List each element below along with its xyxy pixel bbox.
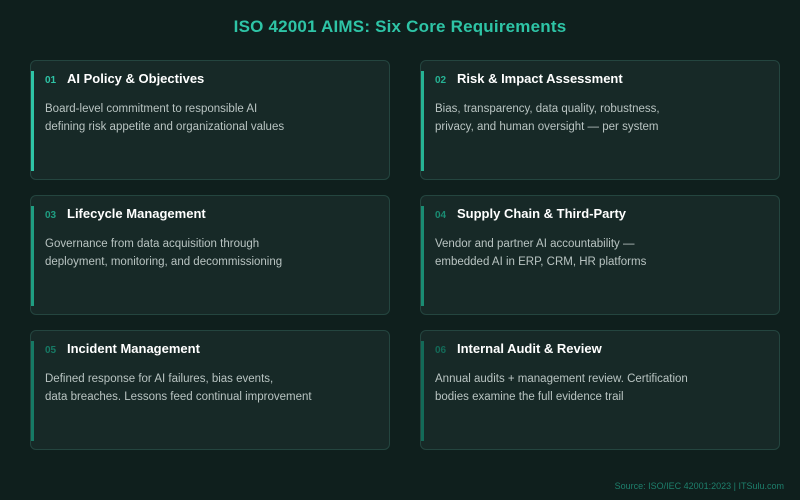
- card-description: Defined response for AI failures, bias e…: [45, 370, 345, 406]
- card-accent-bar: [31, 341, 34, 441]
- card-description: Annual audits + management review. Certi…: [435, 370, 735, 406]
- requirement-card-4: 04 Supply Chain & Third-Party Vendor and…: [420, 195, 780, 315]
- card-description-line: embedded AI in ERP, CRM, HR platforms: [435, 256, 647, 268]
- page-title: ISO 42001 AIMS: Six Core Requirements: [233, 17, 567, 36]
- card-description: Governance from data acquisition through…: [45, 235, 345, 271]
- requirement-card-2: 02 Risk & Impact Assessment Bias, transp…: [420, 60, 780, 180]
- card-title: Supply Chain & Third-Party: [457, 206, 627, 221]
- card-number: 01: [45, 75, 57, 86]
- card-description-line: Governance from data acquisition through: [45, 238, 260, 250]
- card-description-line: data breaches. Lessons feed continual im…: [45, 391, 312, 403]
- card-number: 04: [435, 210, 447, 221]
- card-title: Lifecycle Management: [67, 206, 206, 221]
- card-description: Bias, transparency, data quality, robust…: [435, 100, 735, 136]
- card-number: 02: [435, 75, 447, 86]
- card-description: Board-level commitment to responsible AI…: [45, 100, 345, 136]
- requirement-card-3: 03 Lifecycle Management Governance from …: [30, 195, 390, 315]
- card-title: AI Policy & Objectives: [67, 71, 205, 86]
- card-description-line: privacy, and human oversight — per syste…: [435, 121, 659, 133]
- card-number: 03: [45, 210, 57, 221]
- card-number: 06: [435, 345, 447, 356]
- card-accent-bar: [31, 71, 34, 171]
- card-title: Internal Audit & Review: [457, 341, 602, 356]
- requirement-card-6: 06 Internal Audit & Review Annual audits…: [420, 330, 780, 450]
- card-description-line: Annual audits + management review. Certi…: [435, 373, 688, 385]
- card-description-line: bodies examine the full evidence trail: [435, 391, 624, 403]
- card-description-line: Board-level commitment to responsible AI: [45, 103, 258, 115]
- requirement-card-5: 05 Incident Management Defined response …: [30, 330, 390, 450]
- card-accent-bar: [421, 341, 424, 441]
- card-title: Incident Management: [67, 341, 200, 356]
- card-description-line: Bias, transparency, data quality, robust…: [435, 103, 660, 115]
- source-credit: Source: ISO/IEC 42001:2023 | ITSulu.com: [614, 481, 784, 491]
- card-accent-bar: [421, 71, 424, 171]
- card-description-line: deployment, monitoring, and decommission…: [45, 256, 283, 268]
- card-title: Risk & Impact Assessment: [457, 71, 623, 86]
- card-description-line: Vendor and partner AI accountability —: [435, 238, 635, 250]
- card-description-line: Defined response for AI failures, bias e…: [45, 373, 274, 385]
- card-accent-bar: [421, 206, 424, 306]
- card-description: Vendor and partner AI accountability — e…: [435, 235, 735, 271]
- requirement-card-1: 01 AI Policy & Objectives Board-level co…: [30, 60, 390, 180]
- card-accent-bar: [31, 206, 34, 306]
- card-number: 05: [45, 345, 57, 356]
- card-description-line: defining risk appetite and organizationa…: [45, 121, 285, 133]
